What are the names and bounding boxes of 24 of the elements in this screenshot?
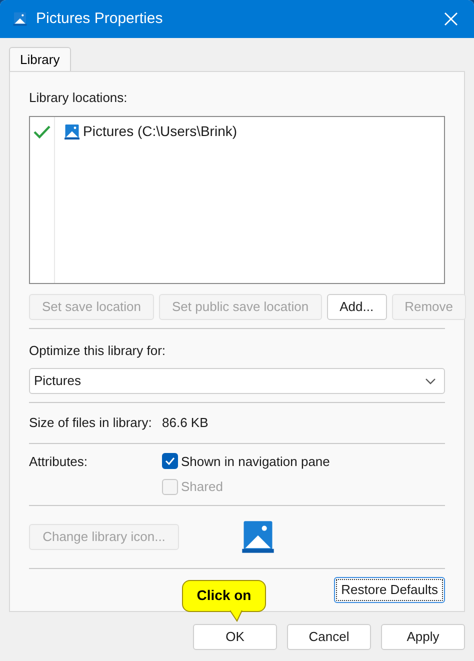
chevron-down-icon	[425, 378, 436, 384]
ok-button[interactable]: OK	[193, 624, 277, 650]
optimize-dropdown[interactable]: Pictures	[29, 368, 445, 394]
cancel-button[interactable]: Cancel	[287, 624, 371, 650]
attributes-label: Attributes:	[29, 452, 89, 470]
callout-pointer	[230, 610, 244, 622]
checkbox-label: Shared	[181, 478, 223, 496]
size-label: Size of files in library:	[29, 414, 153, 432]
size-value: 86.6 KB	[162, 414, 208, 432]
checkmark-icon	[165, 457, 175, 466]
restore-defaults-button[interactable]: Restore Defaults	[334, 576, 445, 602]
checkbox-label: Shown in navigation pane	[181, 452, 330, 471]
picture-folder-icon	[63, 122, 81, 140]
location-item[interactable]: Pictures (C:\Users\Brink)	[83, 121, 238, 142]
locations-label: Library locations:	[29, 89, 128, 107]
window-title: Pictures Properties	[36, 8, 163, 29]
callout: Click on	[182, 580, 266, 612]
close-icon[interactable]	[444, 12, 458, 26]
optimize-label: Optimize this library for:	[29, 342, 167, 360]
tab[interactable]: Library	[9, 47, 71, 71]
add-button[interactable]: Add...	[326, 294, 387, 320]
apply-button[interactable]: Apply	[381, 624, 465, 650]
app-icon	[12, 11, 28, 27]
checkbox[interactable]	[162, 453, 178, 470]
